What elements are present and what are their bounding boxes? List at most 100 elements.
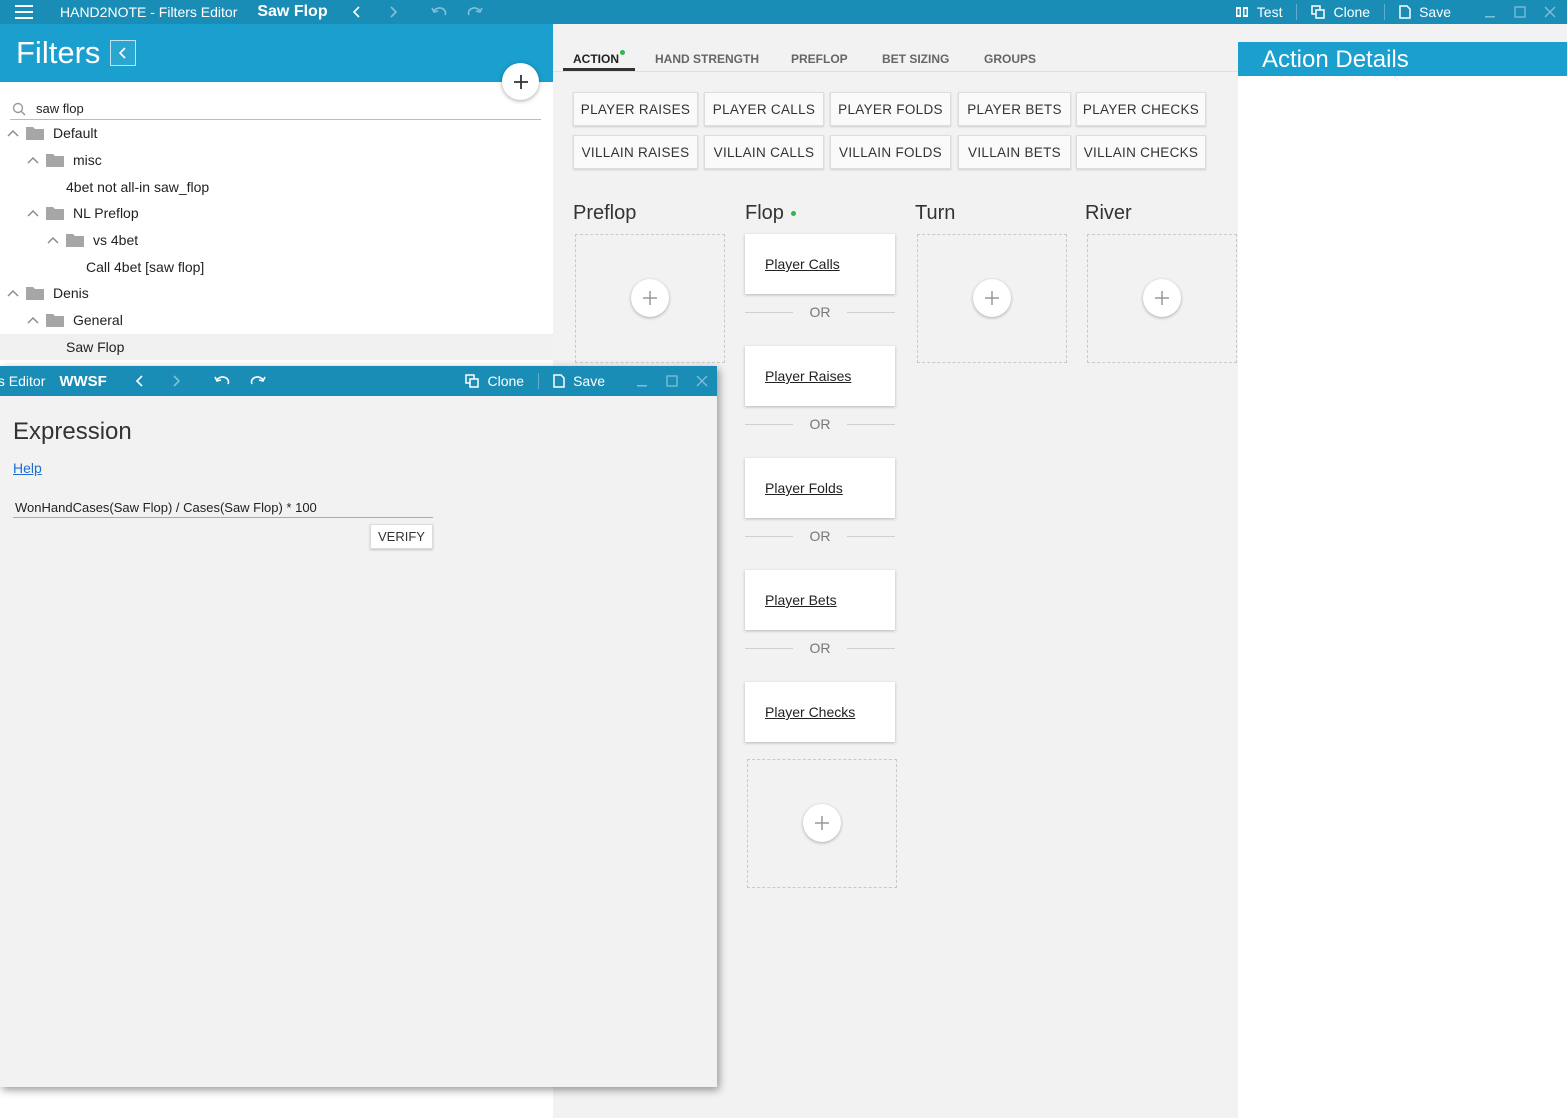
add-filter-button[interactable] (502, 63, 539, 100)
minimize-icon[interactable] (1477, 0, 1503, 24)
maximize-icon[interactable] (1507, 0, 1533, 24)
collapse-panel-button[interactable] (110, 40, 137, 66)
action-details-header: Action Details (1238, 42, 1567, 76)
flop-action-card[interactable]: Player Folds (745, 458, 895, 518)
tree-label: NL Preflop (73, 205, 139, 222)
stat-name: WWSF (59, 372, 107, 390)
maximize-icon[interactable] (659, 369, 685, 393)
folder-icon (46, 313, 64, 328)
tree-folder[interactable]: misc (0, 147, 553, 174)
filter-name: Saw Flop (257, 3, 328, 20)
hamburger-menu-icon[interactable] (0, 0, 48, 24)
folder-icon (66, 233, 84, 248)
tab-action[interactable]: ACTION (573, 52, 619, 74)
chevron-up-icon[interactable] (6, 286, 20, 300)
folder-icon (46, 206, 64, 221)
flop-action-card[interactable]: Player Bets (745, 570, 895, 630)
test-label: Test (1256, 4, 1283, 20)
villain-calls-button[interactable]: VILLAIN CALLS (704, 135, 824, 169)
back-icon[interactable] (131, 372, 149, 390)
villain-bets-button[interactable]: VILLAIN BETS (958, 135, 1071, 169)
tree-label: Saw Flop (66, 338, 125, 355)
stat-editor-content: Expression Help (0, 396, 717, 540)
tree-folder[interactable]: Default (0, 120, 553, 147)
redo-icon[interactable] (466, 3, 484, 21)
chevron-up-icon[interactable] (6, 126, 20, 140)
tree-folder[interactable]: vs 4bet (0, 227, 553, 254)
stat-editor-window: ts Editor WWSF Clone Save Ex (0, 366, 717, 1087)
search-icon (12, 102, 26, 116)
stat-save-label: Save (573, 373, 605, 389)
folder-icon (26, 286, 44, 301)
tree-label: misc (73, 152, 102, 169)
villain-checks-button[interactable]: VILLAIN CHECKS (1076, 135, 1206, 169)
or-separator: OR (745, 638, 895, 658)
chevron-up-icon[interactable] (46, 233, 60, 247)
folder-icon (26, 126, 44, 141)
tab-hand-strength[interactable]: HAND STRENGTH (655, 52, 759, 74)
street-title-preflop: Preflop (573, 202, 637, 224)
tab-preflop[interactable]: PREFLOP (791, 52, 848, 74)
forward-icon[interactable] (384, 3, 402, 21)
clone-icon (1311, 5, 1326, 19)
chevron-up-icon[interactable] (26, 153, 40, 167)
action-details-panel: Action Details (1238, 42, 1567, 1118)
tree-item[interactable]: Call 4bet [saw flop] (0, 253, 553, 280)
save-icon (1399, 5, 1411, 19)
undo-icon[interactable] (213, 372, 231, 390)
tree-folder[interactable]: Denis (0, 280, 553, 307)
undo-icon[interactable] (430, 3, 448, 21)
or-separator: OR (745, 526, 895, 546)
player-raises-button[interactable]: PLAYER RAISES (573, 92, 698, 126)
verify-button[interactable]: VERIFY (370, 524, 433, 549)
stat-editor-app-title: ts Editor (0, 373, 46, 389)
tab-groups[interactable]: GROUPS (984, 52, 1036, 74)
expression-input[interactable] (15, 500, 431, 515)
flop-action-card[interactable]: Player Checks (745, 682, 895, 742)
player-folds-button[interactable]: PLAYER FOLDS (830, 92, 951, 126)
tree-label: Default (53, 125, 98, 142)
stat-editor-titlebar[interactable]: ts Editor WWSF Clone Save (0, 366, 717, 396)
minimize-icon[interactable] (629, 369, 655, 393)
tab-bar: ACTION HAND STRENGTH PREFLOP BET SIZING GROU… (553, 42, 1238, 72)
add-action-plus-icon[interactable] (803, 804, 841, 842)
tree-folder[interactable]: NL Preflop (0, 200, 553, 227)
player-calls-button[interactable]: PLAYER CALLS (704, 92, 824, 126)
active-dot-icon (620, 50, 625, 55)
stat-save-button[interactable]: Save (539, 373, 619, 389)
villain-raises-button[interactable]: VILLAIN RAISES (573, 135, 698, 169)
tree-item[interactable]: 4bet not all-in saw_flop (0, 173, 553, 200)
forward-icon[interactable] (167, 372, 185, 390)
plus-icon (513, 74, 528, 89)
title-bar: HAND2NOTE - Filters Editor Saw Flop Test… (0, 0, 1567, 24)
add-action-plus-icon[interactable] (631, 279, 669, 317)
active-dot-icon (791, 211, 796, 216)
tree-folder[interactable]: General (0, 307, 553, 334)
chevron-up-icon[interactable] (26, 206, 40, 220)
close-icon[interactable] (1537, 0, 1563, 24)
tree-item[interactable]: Saw Flop (0, 333, 553, 361)
tree-label: Call 4bet [saw flop] (86, 258, 205, 275)
test-icon (1235, 7, 1248, 17)
stat-clone-button[interactable]: Clone (451, 373, 538, 389)
player-bets-button[interactable]: PLAYER BETS (958, 92, 1071, 126)
help-link[interactable]: Help (13, 460, 42, 476)
tab-bet-sizing[interactable]: BET SIZING (882, 52, 949, 74)
add-action-plus-icon[interactable] (973, 279, 1011, 317)
search-input[interactable] (36, 101, 516, 116)
flop-action-card[interactable]: Player Raises (745, 346, 895, 406)
chevron-left-icon (119, 47, 126, 59)
close-icon[interactable] (689, 369, 715, 393)
redo-icon[interactable] (249, 372, 267, 390)
action-details-title: Action Details (1262, 46, 1409, 73)
back-icon[interactable] (348, 3, 366, 21)
add-action-plus-icon[interactable] (1143, 279, 1181, 317)
flop-action-card[interactable]: Player Calls (745, 234, 895, 294)
player-checks-button[interactable]: PLAYER CHECKS (1076, 92, 1206, 126)
save-button[interactable]: Save (1385, 0, 1465, 24)
villain-folds-button[interactable]: VILLAIN FOLDS (830, 135, 951, 169)
test-button[interactable]: Test (1222, 0, 1297, 24)
clone-button[interactable]: Clone (1297, 0, 1384, 24)
chevron-up-icon[interactable] (26, 313, 40, 327)
save-label: Save (1419, 4, 1451, 20)
